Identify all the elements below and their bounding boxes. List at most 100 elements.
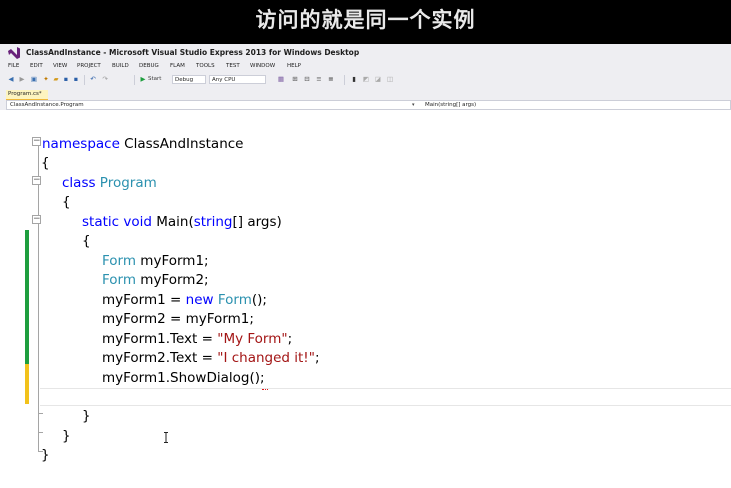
code-line-8: Form myForm2;	[102, 271, 209, 290]
member-dropdown[interactable]: Main(string[] args)	[425, 101, 476, 110]
unsaved-changes-bar	[25, 364, 29, 404]
type-form: Form	[102, 272, 137, 288]
type-form: Form	[213, 292, 252, 308]
forward-icon[interactable]: ▶	[18, 75, 26, 84]
menu-view[interactable]: VIEW	[53, 63, 67, 69]
window-title: ClassAndInstance - Microsoft Visual Stud…	[26, 48, 360, 57]
string-literal: "My Form"	[217, 331, 288, 347]
code-line-12: myForm2.Text = "I changed it!";	[102, 349, 320, 368]
keyword-new: new	[185, 292, 214, 308]
menu-build[interactable]: BUILD	[112, 63, 129, 69]
declaration-rest: myForm2;	[136, 272, 209, 288]
outdent-icon[interactable]: ≣	[326, 75, 336, 84]
assignment-lhs: myForm2.Text =	[102, 350, 218, 366]
menu-test[interactable]: TEST	[226, 63, 240, 69]
string-literal: "I changed it!"	[217, 350, 315, 366]
code-line-13: myForm1.ShowDialog();	[102, 370, 265, 386]
prev-bookmark-icon[interactable]: ◩	[362, 75, 370, 84]
open-file-icon[interactable]: ▰	[52, 75, 60, 84]
redo-icon[interactable]: ↷	[100, 75, 110, 84]
new-project-icon[interactable]: ✦	[42, 75, 50, 84]
saved-changes-bar	[25, 230, 29, 384]
toolbar-separator	[134, 75, 135, 85]
menu-edit[interactable]: EDIT	[30, 63, 43, 69]
declaration-rest: myForm1;	[136, 253, 209, 269]
navigation-bar: ClassAndInstance.Program ▾ Main(string[]…	[6, 100, 731, 110]
menu-tools[interactable]: TOOLS	[196, 63, 215, 69]
code-line-11: myForm1.Text = "My Form";	[102, 330, 292, 349]
class-name: Program	[95, 175, 157, 191]
namespace-name: ClassAndInstance	[119, 136, 244, 152]
collapse-namespace-icon[interactable]: −	[32, 137, 41, 146]
code-line-17: }	[41, 447, 50, 463]
code-line-1: namespace ClassAndInstance	[42, 135, 243, 154]
toolbar-separator	[344, 75, 345, 85]
document-tab-row: Program.cs*	[0, 90, 731, 100]
find-icon[interactable]: ▦	[276, 75, 286, 84]
type-dropdown[interactable]: ClassAndInstance.Program	[10, 101, 84, 110]
configuration-dropdown[interactable]: Debug	[172, 75, 206, 84]
assignment-lhs: myForm1.Text =	[102, 331, 218, 347]
save-icon[interactable]: ▪	[62, 75, 70, 84]
current-line-highlight	[40, 388, 731, 406]
format-icon[interactable]: ⊟	[302, 75, 312, 84]
collapse-method-icon[interactable]: −	[32, 215, 41, 224]
text-cursor-icon	[164, 432, 168, 443]
constructor-call: ();	[251, 292, 267, 308]
menu-window[interactable]: WINDOW	[250, 63, 275, 69]
keyword-namespace: namespace	[42, 136, 120, 152]
title-bar: ClassAndInstance - Microsoft Visual Stud…	[0, 44, 731, 62]
assignment-lhs: myForm1 =	[102, 292, 186, 308]
code-line-15: }	[82, 408, 91, 424]
menu-debug[interactable]: DEBUG	[139, 63, 159, 69]
start-icon[interactable]: ▶	[139, 75, 147, 84]
code-line-16: }	[62, 428, 71, 444]
start-button[interactable]: Start	[148, 75, 168, 84]
code-line-6: {	[82, 233, 91, 249]
code-line-5: static void Main(string[] args)	[82, 213, 282, 232]
video-caption: 访问的就是同一个实例	[255, 8, 476, 32]
code-line-4: {	[62, 194, 71, 210]
bookmark-icon[interactable]: ▮	[350, 75, 358, 84]
outline-namespace-line	[38, 145, 39, 451]
clear-bookmarks-icon[interactable]: ◫	[386, 75, 394, 84]
semicolon: ;	[314, 350, 320, 366]
outline-end-mark	[38, 432, 43, 433]
save-all-icon[interactable]: ▪	[72, 75, 80, 84]
code-line-3: class Program	[62, 174, 157, 193]
menu-file[interactable]: FILE	[8, 63, 19, 69]
platform-dropdown[interactable]: Any CPU	[209, 75, 266, 84]
method-params: [] args)	[232, 214, 282, 230]
visual-studio-window: ClassAndInstance - Microsoft Visual Stud…	[0, 44, 731, 488]
menu-help[interactable]: HELP	[287, 63, 301, 69]
visual-studio-logo-icon	[8, 47, 20, 59]
video-caption-bar: 访问的就是同一个实例	[0, 0, 731, 44]
align-icon[interactable]: ⊞	[290, 75, 300, 84]
code-line-10: myForm2 = myForm1;	[102, 311, 254, 327]
back-icon[interactable]: ◀	[6, 75, 16, 84]
keyword-string: string	[193, 214, 233, 230]
next-bookmark-icon[interactable]: ◪	[374, 75, 382, 84]
keyword-class: class	[62, 175, 96, 191]
indent-icon[interactable]: ≡	[314, 75, 324, 84]
code-line-9: myForm1 = new Form();	[102, 291, 267, 310]
menu-bar: FILE EDIT VIEW PROJECT BUILD DEBUG FLAM …	[0, 62, 731, 72]
standard-toolbar: ◀ ▶ ▣ ✦ ▰ ▪ ▪ ↶ ↷ ▶ Start Debug Any CPU …	[0, 73, 731, 87]
code-line-7: Form myForm1;	[102, 252, 209, 271]
tab-program-cs[interactable]: Program.cs*	[6, 90, 48, 100]
error-squiggle	[262, 386, 268, 390]
code-editor[interactable]: − − − namespace ClassAndInstance { class…	[0, 110, 731, 488]
menu-project[interactable]: PROJECT	[77, 63, 101, 69]
collapse-class-icon[interactable]: −	[32, 176, 41, 185]
semicolon: ;	[287, 331, 293, 347]
outline-end-mark	[38, 413, 43, 414]
undo-icon[interactable]: ↶	[88, 75, 98, 84]
method-name: Main(	[151, 214, 194, 230]
code-line-2: {	[41, 155, 50, 171]
keyword-static-void: static void	[82, 214, 152, 230]
toolbar-separator	[84, 75, 85, 85]
type-form: Form	[102, 253, 137, 269]
solution-icon[interactable]: ▣	[30, 75, 38, 84]
menu-flam[interactable]: FLAM	[170, 63, 185, 69]
chevron-down-icon[interactable]: ▾	[412, 101, 415, 110]
